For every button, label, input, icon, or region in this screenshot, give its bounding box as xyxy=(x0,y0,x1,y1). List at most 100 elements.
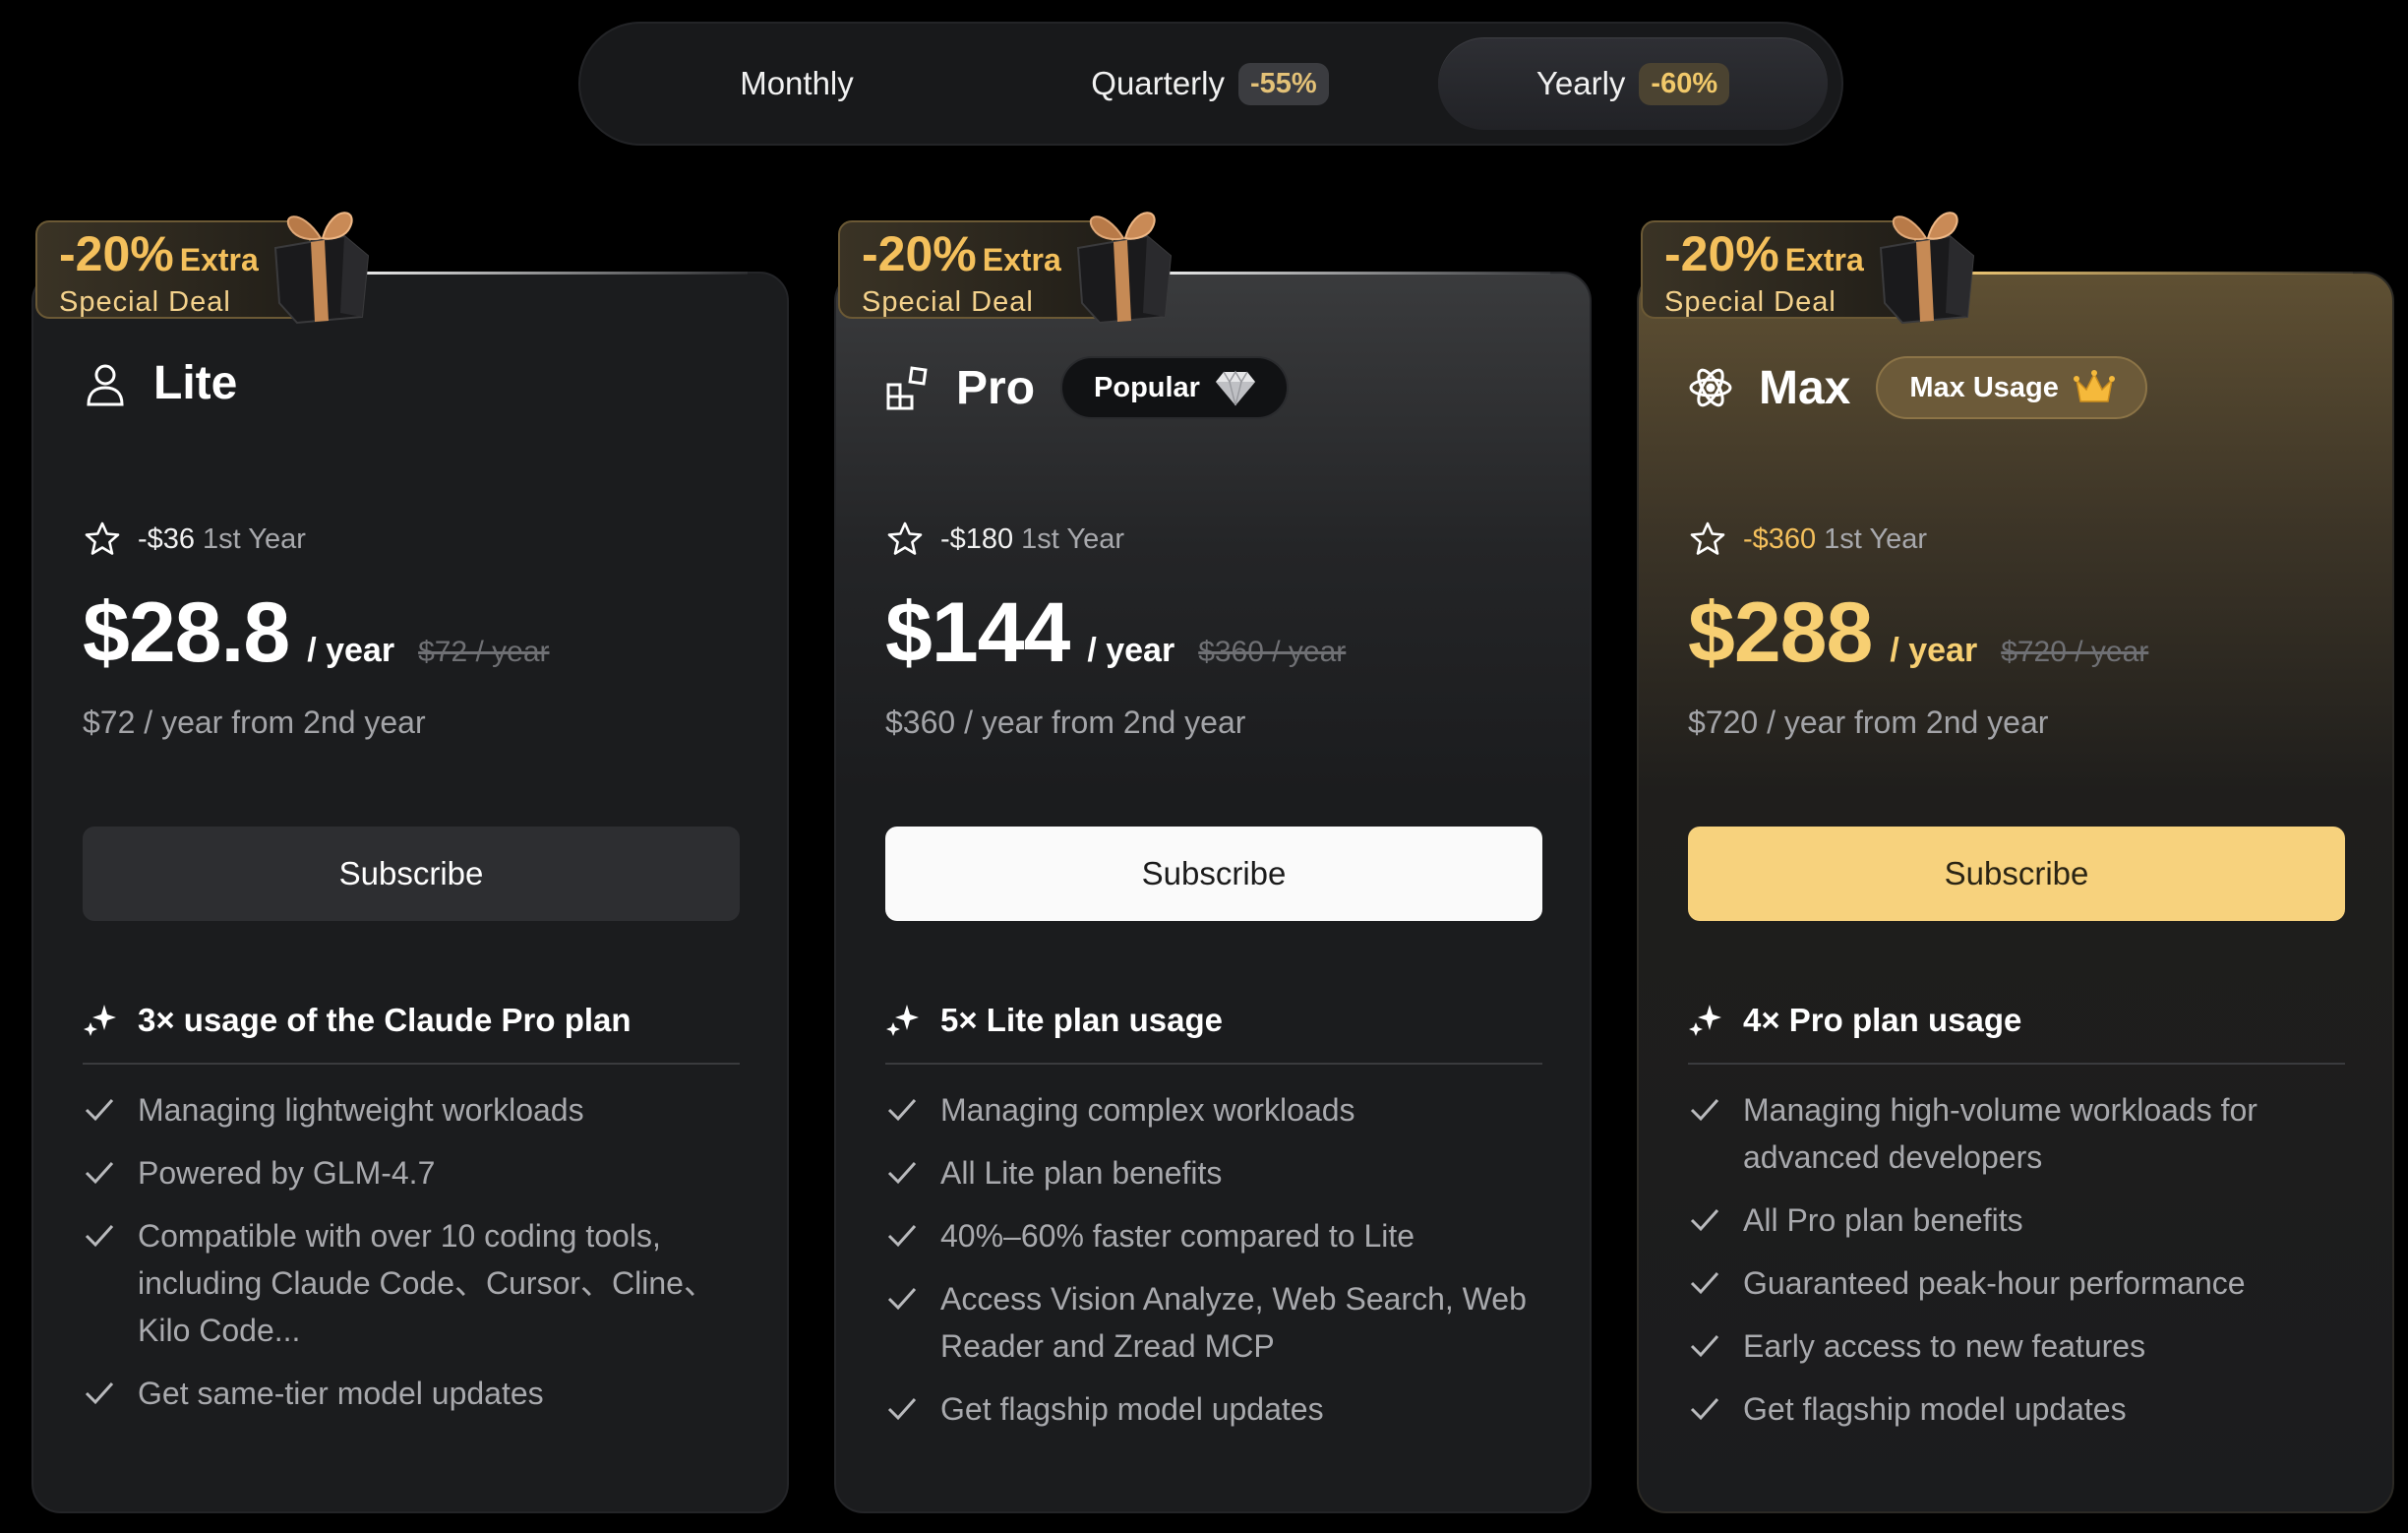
check-icon xyxy=(887,1224,917,1248)
deal-extra: Extra xyxy=(1784,242,1864,277)
price-period: / year xyxy=(1890,632,1978,669)
price: $288 xyxy=(1688,585,1873,680)
pricing-page: Monthly Quarterly -55% Yearly -60% -20% E… xyxy=(0,0,2408,1533)
max-usage-badge: Max Usage xyxy=(1876,356,2147,419)
subscribe-button-pro[interactable]: Subscribe xyxy=(885,827,1542,921)
sparkle-icon xyxy=(1689,1005,1721,1036)
feature-text: 40%–60% faster compared to Lite xyxy=(940,1218,1415,1254)
billing-period-toggle: Monthly Quarterly -55% Yearly -60% xyxy=(578,22,1843,146)
check-icon xyxy=(85,1381,114,1405)
feature-item: Managing high-volume workloads for advan… xyxy=(1688,1086,2357,1181)
renewal-price: $72 / year from 2nd year xyxy=(83,705,426,740)
feature-item: Managing complex workloads xyxy=(885,1086,1554,1134)
plan-card-max: -20% Extra Special Deal Max Max Usage -$… xyxy=(1637,212,2394,1513)
badge-label: Max Usage xyxy=(1909,371,2059,403)
feature-text: Compatible with over 10 coding tools, in… xyxy=(138,1218,715,1348)
sparkle-icon xyxy=(84,1005,116,1036)
savings-period: 1st Year xyxy=(203,522,306,555)
star-icon xyxy=(85,521,120,555)
plan-card-lite: -20% Extra Special Deal Lite -$36 1st Yea… xyxy=(31,212,789,1513)
plan-card-pro: -20% Extra Special Deal Pro Popular -$18… xyxy=(834,212,1592,1513)
yearly-discount-badge: -60% xyxy=(1639,62,1730,105)
toggle-monthly[interactable]: Monthly xyxy=(620,37,974,130)
savings-period: 1st Year xyxy=(1824,522,1927,555)
check-icon xyxy=(1690,1334,1719,1358)
price-period: / year xyxy=(1087,632,1175,669)
first-year-savings: -$360 1st Year xyxy=(1688,520,1927,559)
toggle-quarterly-label: Quarterly xyxy=(1091,65,1225,101)
feature-text: Get same-tier model updates xyxy=(138,1376,544,1411)
deal-percent: -20% xyxy=(862,226,977,281)
feature-item: Access Vision Analyze, Web Search, Web R… xyxy=(885,1275,1554,1370)
check-icon xyxy=(85,1161,114,1185)
savings-amount: -$36 xyxy=(138,522,196,555)
first-year-savings: -$180 1st Year xyxy=(885,520,1124,559)
check-icon xyxy=(85,1098,114,1122)
original-price: $72 / year xyxy=(418,636,550,668)
usage-summary: 5× Lite plan usage xyxy=(885,1002,1542,1065)
plan-header: Pro Popular xyxy=(885,356,1289,419)
feature-item: All Lite plan benefits xyxy=(885,1149,1554,1196)
popular-badge: Popular xyxy=(1060,356,1289,419)
price: $144 xyxy=(885,585,1070,680)
first-year-savings: -$36 1st Year xyxy=(83,520,306,559)
subscribe-button-max[interactable]: Subscribe xyxy=(1688,827,2345,921)
plan-header: Max Max Usage xyxy=(1688,356,2147,419)
card-accent-line xyxy=(358,272,748,275)
feature-item: Get same-tier model updates xyxy=(83,1370,752,1417)
check-icon xyxy=(1690,1098,1719,1122)
card-accent-line xyxy=(1963,272,2353,275)
feature-item: Guaranteed peak-hour performance xyxy=(1688,1259,2357,1307)
blocks-icon xyxy=(886,366,928,410)
price-period: / year xyxy=(307,632,395,669)
diamond-icon xyxy=(1215,370,1255,406)
feature-text: Managing complex workloads xyxy=(940,1092,1355,1128)
feature-text: Get flagship model updates xyxy=(1743,1391,2127,1427)
check-icon xyxy=(85,1224,114,1248)
card-accent-line xyxy=(1161,272,1550,275)
check-icon xyxy=(887,1397,917,1421)
gift-icon xyxy=(1076,212,1173,325)
subscribe-button-lite[interactable]: Subscribe xyxy=(83,827,740,921)
usage-text: 3× usage of the Claude Pro plan xyxy=(138,1002,632,1038)
feature-item: Early access to new features xyxy=(1688,1322,2357,1370)
toggle-quarterly[interactable]: Quarterly -55% xyxy=(1033,37,1387,130)
toggle-monthly-label: Monthly xyxy=(740,65,854,101)
renewal-price: $720 / year from 2nd year xyxy=(1688,705,2049,740)
check-icon xyxy=(887,1098,917,1122)
plan-header: Lite xyxy=(83,356,237,410)
original-price: $360 / year xyxy=(1198,636,1347,668)
feature-text: Access Vision Analyze, Web Search, Web R… xyxy=(940,1281,1527,1364)
feature-item: Get flagship model updates xyxy=(1688,1385,2357,1433)
star-icon xyxy=(887,521,923,555)
gift-icon xyxy=(1879,212,1975,325)
feature-text: Powered by GLM-4.7 xyxy=(138,1155,436,1191)
feature-text: All Lite plan benefits xyxy=(940,1155,1223,1191)
savings-period: 1st Year xyxy=(1021,522,1124,555)
atom-icon xyxy=(1689,368,1732,407)
deal-percent: -20% xyxy=(59,226,174,281)
feature-text: Early access to new features xyxy=(1743,1328,2146,1364)
price-line: $28.8 / year $72 / year xyxy=(83,584,550,682)
renewal-price: $360 / year from 2nd year xyxy=(885,705,1246,740)
feature-item: Compatible with over 10 coding tools, in… xyxy=(83,1212,752,1354)
check-icon xyxy=(1690,1208,1719,1232)
feature-item: 40%–60% faster compared to Lite xyxy=(885,1212,1554,1259)
feature-item: Managing lightweight workloads xyxy=(83,1086,752,1134)
usage-summary: 4× Pro plan usage xyxy=(1688,1002,2345,1065)
price: $28.8 xyxy=(83,585,290,680)
savings-amount: -$180 xyxy=(940,522,1014,555)
sparkle-icon xyxy=(886,1005,919,1036)
deal-percent: -20% xyxy=(1664,226,1779,281)
feature-item: All Pro plan benefits xyxy=(1688,1196,2357,1244)
quarterly-discount-badge: -55% xyxy=(1238,62,1329,105)
feature-list: Managing high-volume workloads for advan… xyxy=(1688,1086,2357,1448)
feature-text: All Pro plan benefits xyxy=(1743,1202,2023,1238)
check-icon xyxy=(887,1287,917,1311)
crown-icon xyxy=(2073,370,2115,402)
feature-item: Powered by GLM-4.7 xyxy=(83,1149,752,1196)
toggle-yearly[interactable]: Yearly -60% xyxy=(1438,37,1828,130)
original-price: $720 / year xyxy=(2001,636,2149,668)
feature-text: Managing lightweight workloads xyxy=(138,1092,584,1128)
check-icon xyxy=(887,1161,917,1185)
